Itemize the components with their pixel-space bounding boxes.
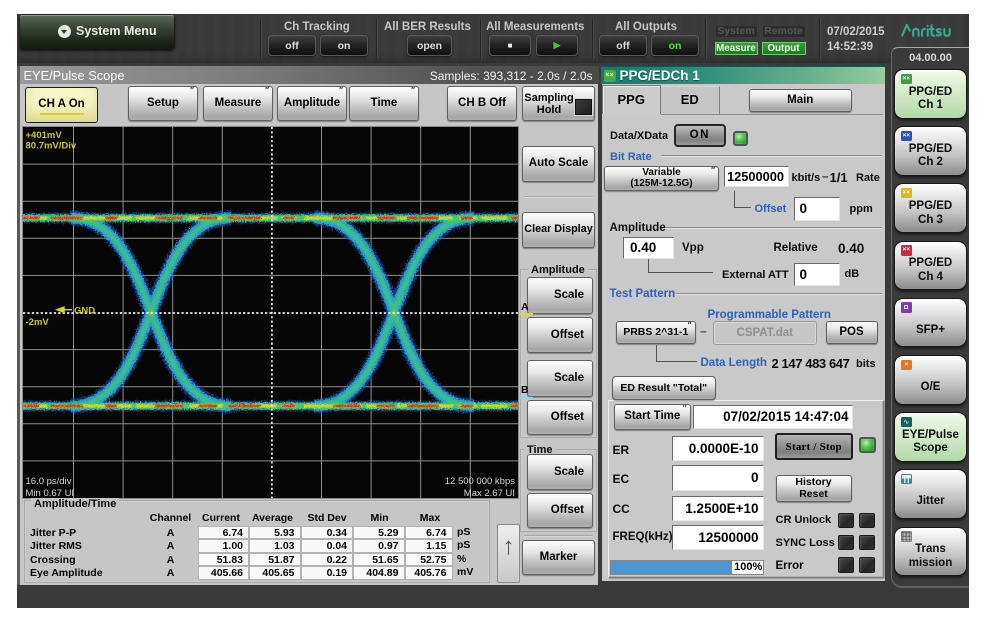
svg-text:GND: GND [74, 306, 95, 317]
svg-text:+401mV: +401mV [26, 130, 63, 141]
svg-text:Min 0.67 UI: Min 0.67 UI [26, 488, 75, 498]
svg-text:Max 2.67 UI: Max 2.67 UI [464, 488, 515, 498]
svg-text:12 500 000 kbps: 12 500 000 kbps [445, 476, 516, 487]
svg-text:16.0 ps/div: 16.0 ps/div [26, 476, 72, 487]
svg-text:-2mV: -2mV [26, 317, 50, 328]
svg-text:80.7mV/Div: 80.7mV/Div [26, 141, 77, 152]
